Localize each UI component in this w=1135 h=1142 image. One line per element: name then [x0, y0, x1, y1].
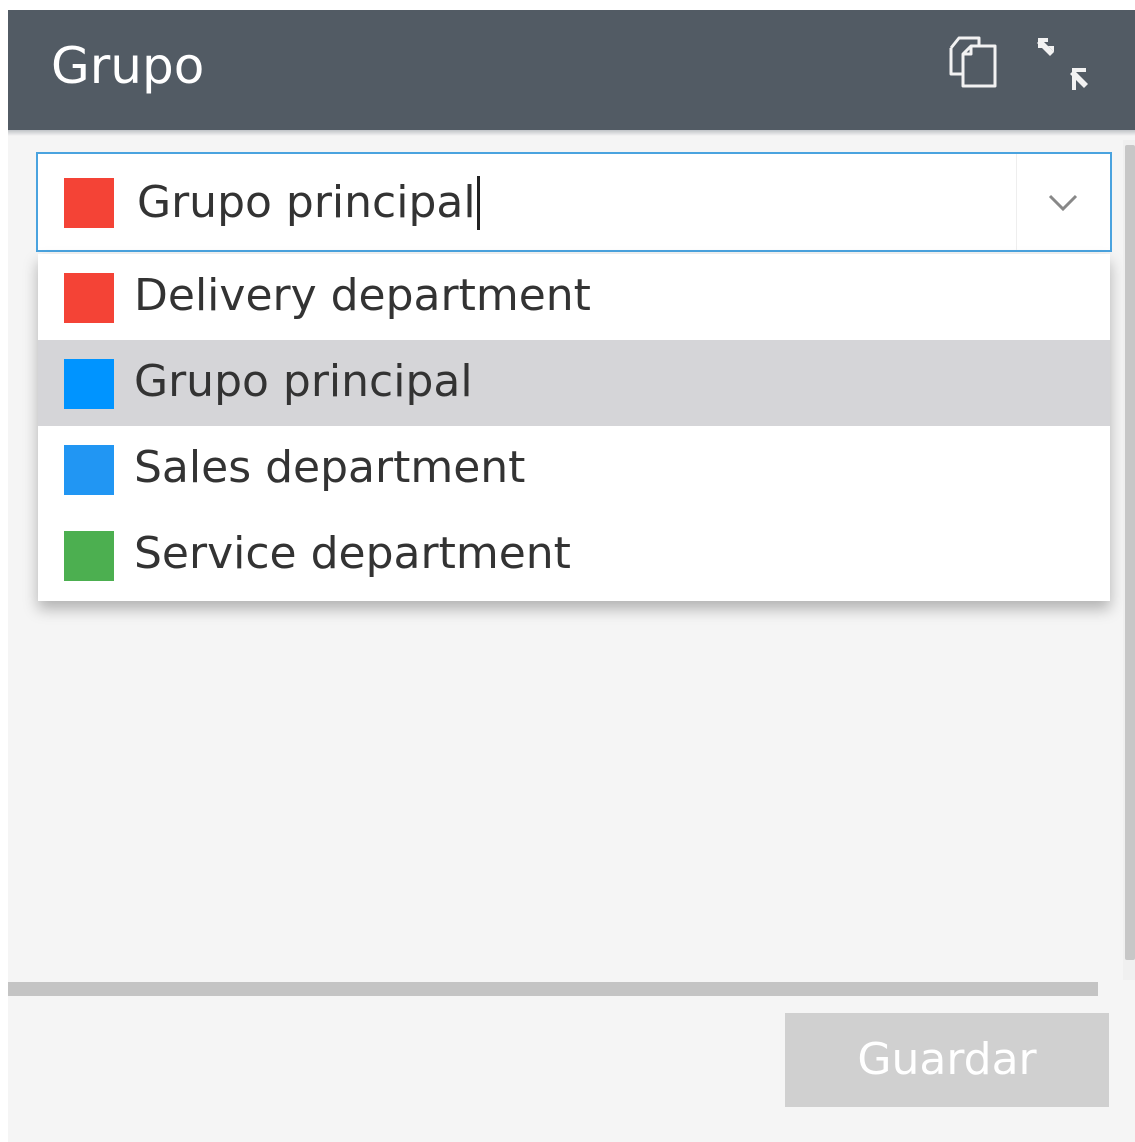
option-service-department[interactable]: Service department [38, 512, 1110, 598]
color-swatch [64, 531, 114, 581]
option-label: Grupo principal [134, 356, 473, 407]
collapse-icon[interactable] [1032, 34, 1096, 94]
group-dialog: Grupo Grupo principal Delivery departmen… [8, 10, 1135, 1142]
chevron-down-icon[interactable] [1017, 154, 1110, 250]
text-caret [476, 176, 480, 230]
color-swatch [64, 445, 114, 495]
detach-window-icon[interactable] [945, 34, 1011, 90]
group-select[interactable]: Grupo principal [36, 152, 1112, 252]
color-swatch [64, 359, 114, 409]
color-swatch [64, 273, 114, 323]
option-delivery-department[interactable]: Delivery department [38, 254, 1110, 340]
option-grupo-principal[interactable]: Grupo principal [38, 340, 1110, 426]
option-label: Service department [134, 528, 571, 579]
option-label: Sales department [134, 442, 526, 493]
group-select-input[interactable]: Grupo principal [137, 176, 480, 230]
scrollbar-thumb[interactable] [1125, 145, 1135, 960]
dialog-title: Grupo [51, 37, 205, 95]
option-label: Delivery department [134, 270, 591, 321]
dialog-header: Grupo [8, 10, 1135, 130]
footer-separator [8, 982, 1098, 996]
save-button[interactable]: Guardar [785, 1013, 1109, 1107]
option-sales-department[interactable]: Sales department [38, 426, 1110, 512]
group-options-list: Delivery department Grupo principal Sale… [38, 254, 1110, 601]
selected-color-swatch [64, 178, 114, 228]
